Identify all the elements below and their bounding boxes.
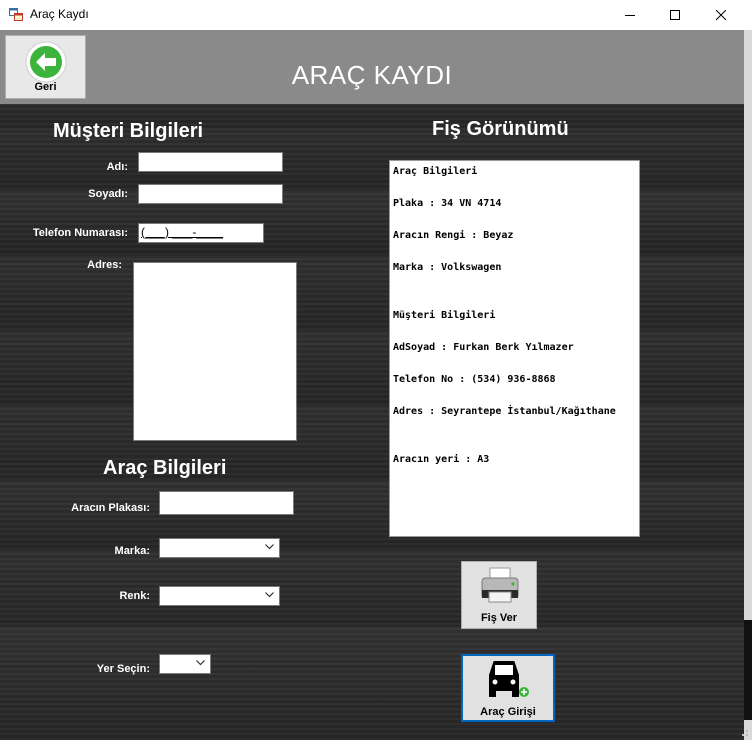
back-arrow-icon [25,41,67,83]
first-name-field[interactable] [138,152,283,172]
phone-masked-field[interactable]: (___) ___-____ [138,223,264,243]
form-client-area: ARAÇ KAYDI Geri Müşteri Bilgileri Adı: S… [0,30,752,740]
first-name-label: Adı: [106,161,128,173]
back-button[interactable]: Geri [5,35,86,99]
vehicle-section-title: Araç Bilgileri [103,457,227,479]
print-receipt-button[interactable]: Fiş Ver [461,561,537,629]
receipt-line-vehicle-header: Araç Bilgileri [393,166,478,177]
address-textarea[interactable] [133,262,297,441]
spot-dropdown[interactable] [159,654,211,674]
receipt-preview: Araç Bilgileri Plaka : 34 VN 4714 Aracın… [389,160,640,537]
vehicle-entry-label: Araç Girişi [480,706,536,718]
receipt-line-customer-header: Müşteri Bilgileri [393,310,496,321]
window-title: Araç Kaydı [30,7,89,21]
receipt-line-phone: Telefon No : (534) 936-8868 [393,374,556,385]
title-bar: Araç Kaydı [0,0,752,30]
car-add-icon [489,661,529,697]
maximize-icon [670,10,680,20]
phone-label: Telefon Numarası: [32,227,128,239]
last-name-label: Soyadı: [88,188,128,200]
receipt-line-brand: Marka : Volkswagen [393,262,502,273]
last-name-field[interactable] [138,184,283,204]
chevron-down-icon [196,660,205,666]
plate-label: Aracın Plakası: [71,502,150,514]
header-bar: ARAÇ KAYDI Geri [0,30,744,104]
resize-grip-icon[interactable] [739,727,749,737]
plate-field[interactable] [159,491,294,515]
chevron-down-icon [265,592,274,598]
receipt-line-address: Adres : Seyrantepe İstanbul/Kağıthane [393,406,616,417]
minimize-button[interactable] [607,0,653,30]
receipt-line-color: Aracın Rengi : Beyaz [393,230,514,241]
printer-icon [481,567,519,603]
receipt-line-name: AdSoyad : Furkan Berk Yılmazer [393,342,574,353]
page-title: ARAÇ KAYDI [291,60,453,90]
color-label: Renk: [119,590,150,602]
maximize-button[interactable] [652,0,698,30]
chevron-down-icon [265,544,274,550]
close-button[interactable] [698,0,744,30]
print-receipt-label: Fiş Ver [480,612,518,624]
receipt-line-plate: Plaka : 34 VN 4714 [393,198,502,209]
minimize-icon [625,15,635,16]
close-icon [716,10,726,20]
address-label: Adres: [87,259,122,271]
vehicle-entry-button[interactable]: Araç Girişi [461,654,555,722]
customer-section-title: Müşteri Bilgileri [53,120,204,142]
brand-dropdown[interactable] [159,538,280,558]
window-edge-shadow [744,620,752,720]
spot-label: Yer Seçin: [96,663,150,675]
app-window-icon [9,8,23,21]
receipt-section-title: Fiş Görünümü [432,118,569,140]
back-button-label: Geri [34,81,57,93]
color-dropdown[interactable] [159,586,280,606]
brand-label: Marka: [114,545,150,557]
receipt-line-spot: Aracın yeri : A3 [393,454,490,465]
